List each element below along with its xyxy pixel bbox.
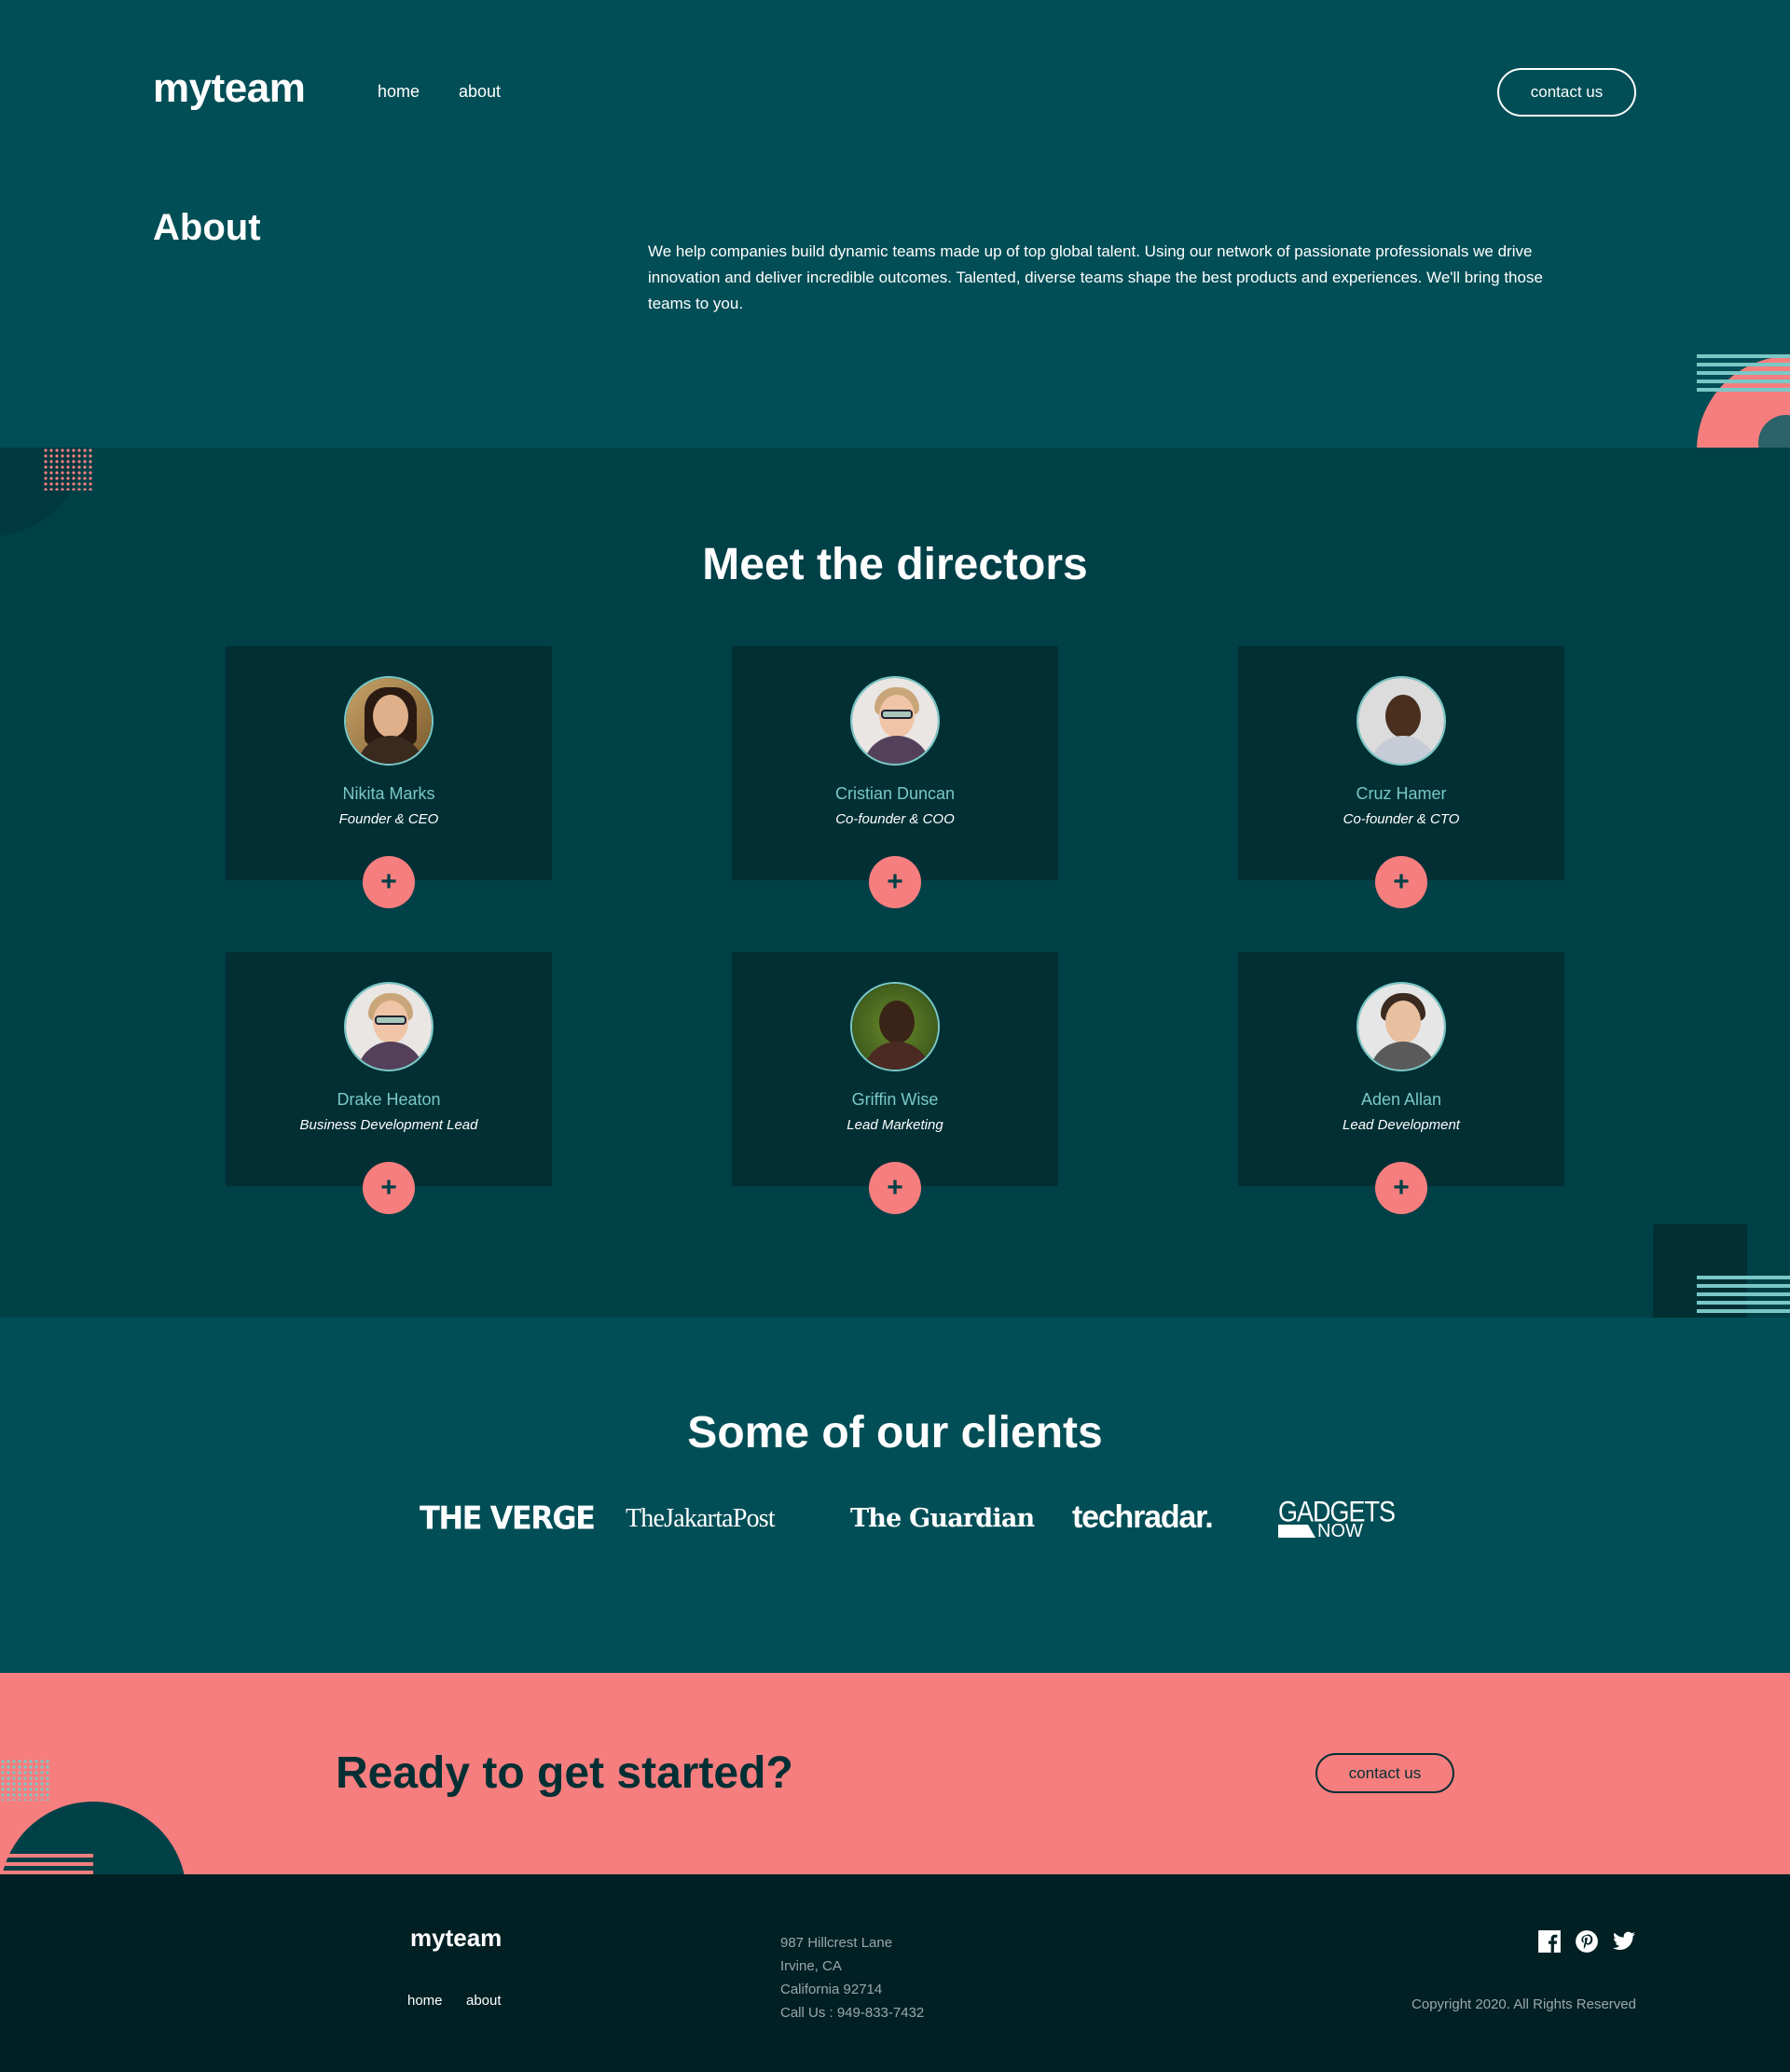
- plus-icon: +: [1393, 866, 1410, 897]
- avatar: [850, 676, 940, 766]
- footer: myteam home about 987 Hillcrest Lane Irv…: [0, 1874, 1790, 2072]
- decor-stripes: [0, 1854, 93, 1874]
- decor-dot-grid: [0, 1759, 51, 1801]
- expand-button[interactable]: +: [869, 856, 921, 908]
- twitter-icon[interactable]: [1612, 1929, 1636, 1954]
- footer-about-link[interactable]: about: [466, 1993, 502, 2009]
- hero-section: myteam home about contact us About We he…: [0, 0, 1790, 448]
- gadgets-flag-icon: [1278, 1525, 1315, 1538]
- clients-title: Some of our clients: [687, 1408, 1103, 1457]
- director-card: Drake Heaton Business Development Lead +: [226, 952, 552, 1214]
- avatar: [344, 982, 434, 1071]
- director-name: Nikita Marks: [342, 784, 435, 803]
- director-card: Cruz Hamer Co-founder & CTO +: [1238, 646, 1564, 908]
- director-name: Drake Heaton: [337, 1090, 441, 1109]
- plus-icon: +: [380, 1172, 397, 1203]
- decor-stripes: [1697, 354, 1790, 395]
- techradar-logo: techradar.: [1072, 1499, 1214, 1535]
- director-role: Founder & CEO: [338, 811, 439, 827]
- director-card: Aden Allan Lead Development +: [1238, 952, 1564, 1214]
- expand-button[interactable]: +: [869, 1162, 921, 1214]
- director-role: Business Development Lead: [299, 1117, 478, 1133]
- contact-us-button[interactable]: contact us: [1497, 68, 1636, 117]
- plus-icon: +: [380, 866, 397, 897]
- nav-about-link[interactable]: about: [459, 82, 501, 102]
- expand-button[interactable]: +: [363, 1162, 415, 1214]
- director-name: Cruz Hamer: [1356, 784, 1447, 803]
- director-role: Lead Marketing: [847, 1117, 943, 1133]
- director-card: Nikita Marks Founder & CEO +: [226, 646, 552, 908]
- footer-logo[interactable]: myteam: [410, 1924, 502, 1953]
- cta-section: Ready to get started? contact us: [0, 1673, 1790, 1874]
- plus-icon: +: [887, 866, 903, 897]
- address-line: 987 Hillcrest Lane: [780, 1935, 893, 1951]
- about-description: We help companies build dynamic teams ma…: [648, 242, 1543, 312]
- director-name: Griffin Wise: [851, 1090, 939, 1109]
- director-role: Lead Development: [1342, 1117, 1460, 1133]
- footer-home-link[interactable]: home: [407, 1993, 443, 2009]
- expand-button[interactable]: +: [1375, 856, 1427, 908]
- brand-logo[interactable]: myteam: [153, 65, 306, 112]
- the-guardian-logo: The Guardian: [850, 1504, 1035, 1533]
- director-card: Griffin Wise Lead Marketing +: [732, 952, 1058, 1214]
- decor-stripes: [1697, 1276, 1790, 1317]
- clients-section: Some of our clients THE VERGE TheJakarta…: [0, 1318, 1790, 1673]
- directors-section: Meet the directors Nikita Marks Founder …: [0, 448, 1790, 1318]
- address-line: California 92714: [780, 1982, 883, 1997]
- director-name: Aden Allan: [1360, 1090, 1442, 1109]
- avatar: [1356, 676, 1446, 766]
- gadgets-now-logo-bottom: NOW: [1317, 1521, 1363, 1541]
- directors-title: Meet the directors: [702, 540, 1088, 589]
- pinterest-icon[interactable]: [1575, 1929, 1599, 1954]
- plus-icon: +: [1393, 1172, 1410, 1203]
- expand-button[interactable]: +: [363, 856, 415, 908]
- plus-icon: +: [887, 1172, 903, 1203]
- phone-line: Call Us : 949-833-7432: [780, 2005, 925, 2021]
- address-line: Irvine, CA: [780, 1958, 842, 1974]
- the-verge-logo: THE VERGE: [420, 1499, 596, 1537]
- director-role: Co-founder & COO: [835, 811, 955, 827]
- footer-address: 987 Hillcrest Lane Irvine, CA California…: [780, 1931, 924, 2024]
- jakarta-post-logo: TheJakartaPost: [626, 1504, 776, 1533]
- director-role: Co-founder & CTO: [1342, 811, 1460, 827]
- copyright-text: Copyright 2020. All Rights Reserved: [1411, 1996, 1636, 2012]
- director-name: Cristian Duncan: [834, 784, 956, 803]
- nav-home-link[interactable]: home: [378, 82, 420, 102]
- expand-button[interactable]: +: [1375, 1162, 1427, 1214]
- avatar: [344, 676, 434, 766]
- gadgets-now-logo: GADGETS NOW: [1278, 1497, 1396, 1544]
- facebook-icon[interactable]: [1537, 1929, 1562, 1954]
- avatar: [850, 982, 940, 1071]
- decor-dot-grid: [43, 448, 94, 490]
- cta-contact-button[interactable]: contact us: [1315, 1753, 1454, 1793]
- director-card: Cristian Duncan Co-founder & COO +: [732, 646, 1058, 908]
- avatar: [1356, 982, 1446, 1071]
- page-title: About: [153, 207, 261, 248]
- cta-title: Ready to get started?: [336, 1748, 793, 1798]
